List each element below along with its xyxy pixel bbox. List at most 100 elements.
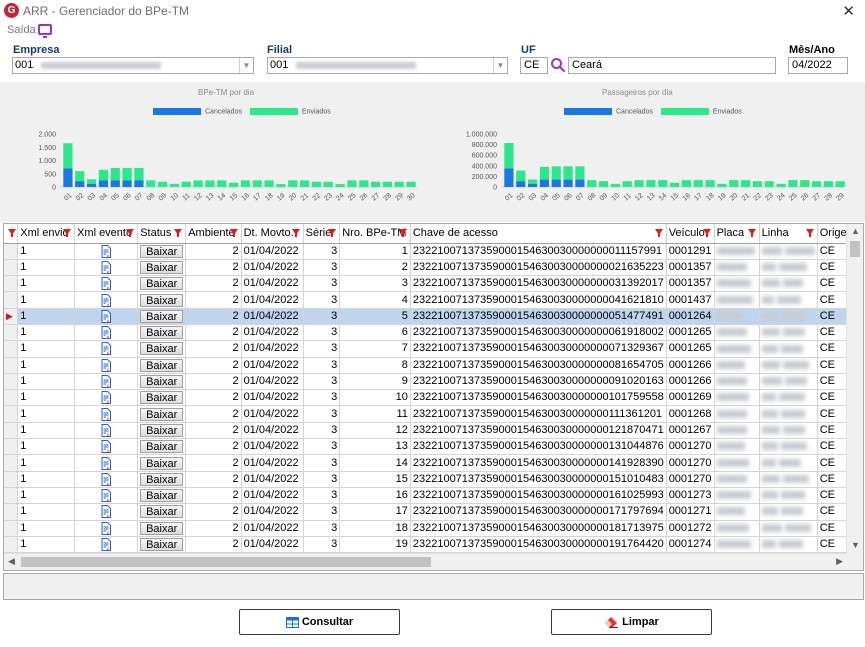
row-indicator[interactable] [4,487,19,505]
cell-xml-evento[interactable]: x [74,308,139,325]
col-xml-envio[interactable]: Xml envio [17,224,76,244]
table-row[interactable]: 1 x Baixar 2 01/04/2022 3 18 232210071373590001… [4,520,863,537]
col-linha[interactable]: Linha [759,224,818,244]
xml-file-icon[interactable]: x [101,309,112,323]
baixar-button[interactable]: Baixar [140,472,184,486]
filter-icon[interactable] [398,229,407,237]
filter-icon[interactable] [126,229,135,237]
cell-xml-evento[interactable]: x [74,520,139,537]
table-row[interactable]: 1 x Baixar 2 01/04/2022 3 8 2322100713735900015… [4,357,863,374]
table-row[interactable]: 1 x Baixar 2 01/04/2022 3 13 232210071373590001… [4,438,863,456]
col-xml-evento[interactable]: Xml evento [74,224,139,244]
monitor-exit-icon[interactable] [38,24,52,38]
baixar-button[interactable]: Baixar [140,489,184,503]
xml-file-icon[interactable]: x [101,537,112,551]
search-icon[interactable] [550,57,566,73]
row-indicator[interactable] [4,422,19,440]
cell-xml-evento[interactable]: x [74,340,139,358]
chevron-down-icon[interactable]: ▼ [239,58,253,73]
baixar-button[interactable]: Baixar [140,407,184,421]
baixar-button[interactable]: Baixar [140,440,184,454]
table-row[interactable]: 1 x Baixar 2 01/04/2022 3 9 2322100713735900015… [4,373,863,391]
scroll-up-icon[interactable]: ▲ [851,226,860,236]
filter-icon[interactable] [747,229,756,237]
table-row[interactable]: 1 x Baixar 2 01/04/2022 3 14 232210071373590001… [4,454,863,472]
cell-xml-evento[interactable]: x [74,503,139,521]
close-icon[interactable]: ✕ [842,2,855,20]
xml-file-icon[interactable]: x [101,505,112,519]
baixar-button[interactable]: Baixar [140,391,184,405]
row-indicator[interactable] [4,503,19,521]
xml-file-icon[interactable]: x [101,358,112,372]
filial-select[interactable]: 001 ▼ [267,57,508,74]
xml-file-icon[interactable]: x [101,277,112,291]
baixar-button[interactable]: Baixar [140,521,184,535]
row-indicator[interactable] [4,259,19,277]
col-chave-acesso[interactable]: Chave de acesso [410,224,667,244]
cell-xml-evento[interactable]: x [74,291,139,309]
consultar-button[interactable]: Consultar [239,609,400,635]
filter-icon[interactable] [174,229,183,237]
table-row[interactable]: 1 x Baixar 2 01/04/2022 3 1 2322100713735900015… [4,243,863,260]
row-indicator[interactable] [4,243,19,260]
xml-file-icon[interactable]: x [101,326,112,340]
xml-file-icon[interactable]: x [101,375,112,389]
cell-xml-evento[interactable]: x [74,536,139,554]
table-row[interactable]: 1 x Baixar 2 01/04/2022 3 3 2322100713735900015… [4,275,863,293]
horizontal-scrollbar[interactable]: ◀ ▶ [4,553,847,570]
filter-all-icon[interactable] [4,224,19,244]
row-indicator[interactable]: ▶ [4,308,19,325]
cell-xml-evento[interactable]: x [74,324,139,342]
table-row[interactable]: 1 x Baixar 2 01/04/2022 3 15 232210071373590001… [4,471,863,488]
cell-xml-evento[interactable]: x [74,405,139,423]
cell-xml-evento[interactable]: x [74,487,139,505]
baixar-button[interactable]: Baixar [140,244,184,258]
xml-file-icon[interactable]: x [101,260,112,274]
baixar-button[interactable]: Baixar [140,326,184,340]
filter-icon[interactable] [229,229,238,237]
cell-xml-evento[interactable]: x [74,357,139,374]
table-row[interactable]: 1 x Baixar 2 01/04/2022 3 10 232210071373590001… [4,389,863,407]
table-row[interactable]: ▶ 1 x Baixar 2 01/04/2022 3 5 232210071373590001… [4,308,863,325]
row-indicator[interactable] [4,340,19,358]
row-indicator[interactable] [4,520,19,537]
bpe-grid[interactable]: Xml envio Xml evento Status Ambiente Dt.… [3,223,864,571]
col-ambiente[interactable]: Ambiente [185,224,242,244]
filter-icon[interactable] [702,229,711,237]
xml-file-icon[interactable]: x [101,472,112,486]
row-indicator[interactable] [4,454,19,472]
cell-xml-evento[interactable]: x [74,275,139,293]
filter-icon[interactable] [63,229,72,237]
scroll-right-icon[interactable]: ▶ [836,556,843,567]
empresa-select[interactable]: 001 ▼ [12,57,254,74]
baixar-button[interactable]: Baixar [140,375,184,389]
row-indicator[interactable] [4,405,19,423]
col-nro-bpe[interactable]: Nro. BPe-TM [339,224,411,244]
vertical-scrollbar[interactable]: ▲ ▼ [846,224,863,570]
baixar-button[interactable]: Baixar [140,423,184,437]
scroll-left-icon[interactable]: ◀ [8,556,15,567]
xml-file-icon[interactable]: x [101,521,112,535]
table-row[interactable]: 1 x Baixar 2 01/04/2022 3 17 232210071373590001… [4,503,863,521]
cell-xml-evento[interactable]: x [74,454,139,472]
xml-file-icon[interactable]: x [101,423,112,437]
filter-icon[interactable] [654,229,663,237]
baixar-button[interactable]: Baixar [140,293,184,307]
table-row[interactable]: 1 x Baixar 2 01/04/2022 3 16 232210071373590001… [4,487,863,505]
cell-xml-evento[interactable]: x [74,389,139,407]
row-indicator[interactable] [4,536,19,554]
table-row[interactable]: 1 x Baixar 2 01/04/2022 3 7 2322100713735900015… [4,340,863,358]
chevron-down-icon[interactable]: ▼ [493,58,507,73]
baixar-button[interactable]: Baixar [140,358,184,372]
scroll-down-icon[interactable]: ▼ [851,540,860,550]
col-status[interactable]: Status [137,224,187,244]
xml-file-icon[interactable]: x [101,293,112,307]
baixar-button[interactable]: Baixar [140,277,184,291]
xml-file-icon[interactable]: x [101,391,112,405]
cell-xml-evento[interactable]: x [74,243,139,260]
row-indicator[interactable] [4,471,19,488]
cell-xml-evento[interactable]: x [74,259,139,277]
table-row[interactable]: 1 x Baixar 2 01/04/2022 3 11 232210071373590001… [4,405,863,423]
baixar-button[interactable]: Baixar [140,537,184,551]
xml-file-icon[interactable]: x [101,489,112,503]
